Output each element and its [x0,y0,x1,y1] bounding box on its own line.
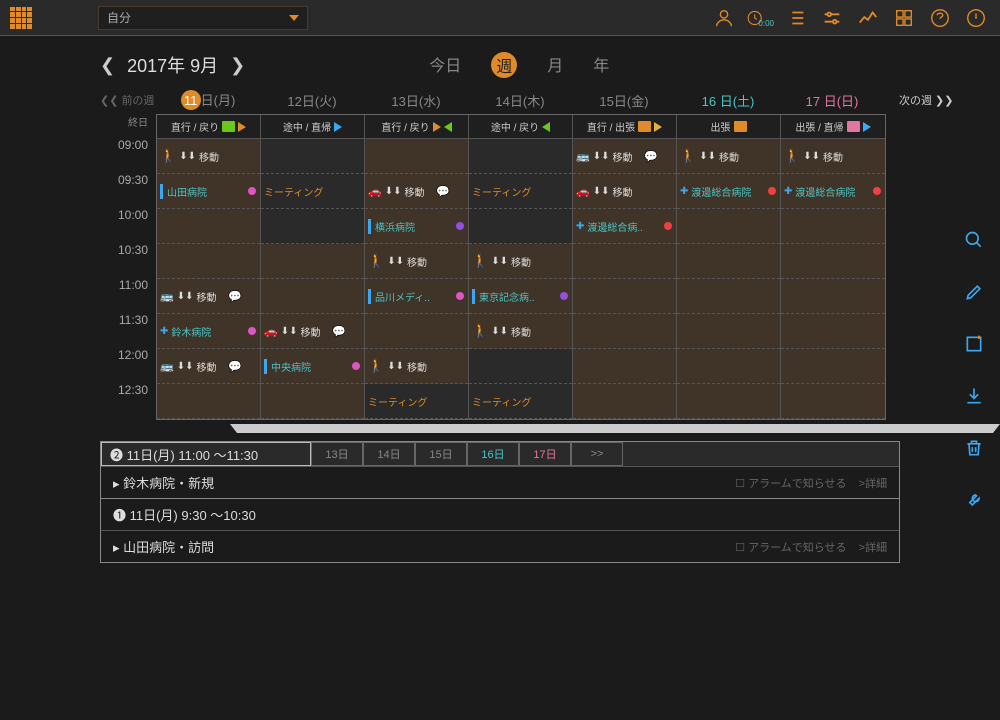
col-head-5: 直行 / 出張 [573,115,676,139]
wrench-icon[interactable] [964,490,984,510]
view-week[interactable]: 週 [491,52,517,78]
date-tab-14[interactable]: 14日 [363,442,415,466]
prev-month[interactable]: ❮ [100,55,115,76]
arrow-icon [654,122,662,132]
arrow-left-icon [542,122,550,132]
sliders-icon[interactable] [818,4,846,32]
grid-icon[interactable] [10,7,32,29]
date-tab-15[interactable]: 15日 [415,442,467,466]
col-head-6: 出張 [677,115,780,139]
arrow-icon [863,122,871,132]
user-icon[interactable] [710,4,738,32]
new-icon[interactable] [964,334,984,354]
power-icon[interactable] [962,4,990,32]
next-month[interactable]: ❯ [230,55,245,76]
download-icon[interactable] [964,386,984,406]
day-12[interactable]: 12日(火) [260,91,364,110]
badge-icon [734,121,747,132]
detail-tab-2[interactable]: ❶ 11日(月) 9:30 〜10:30 [101,498,899,530]
calendar-grid: 直行 / 戻り 🚶⬇⬇移動 山田病院 🚌⬇⬇移動💬 ✚鈴木病院 🚌⬇⬇移動💬 途… [156,114,886,420]
col-head-1: 直行 / 戻り [157,115,260,139]
date-tab-more[interactable]: >> [571,442,623,466]
date-tab-17[interactable]: 17日 [519,442,571,466]
view-today[interactable]: 今日 [429,52,461,78]
arrow-right-icon [238,122,246,132]
day-14[interactable]: 14日(木) [468,91,572,110]
view-month[interactable]: 月 [547,52,563,78]
arrow-left-icon [444,122,452,132]
detail-item-1[interactable]: ▸ 鈴木病院・新規☐ アラームで知らせる>詳細 [101,466,899,498]
detail-panel: ❷ 11日(月) 11:00 〜11:30 13日 14日 15日 16日 17… [100,441,900,563]
badge-icon [847,121,860,132]
help-icon[interactable] [926,4,954,32]
col-head-7: 出張 / 直帰 [781,115,885,139]
graph-icon[interactable] [854,4,882,32]
day-15[interactable]: 15日(金) [572,91,676,110]
detail-item-2[interactable]: ▸ 山田病院・訪問☐ アラームで知らせる>詳細 [101,530,899,562]
badge-icon [638,121,651,132]
arrow-right-icon [433,122,441,132]
prev-week[interactable]: ❮❮前の週 [100,92,156,108]
arrow-right-icon [334,122,342,132]
apps-icon[interactable] [890,4,918,32]
day-13[interactable]: 13日(水) [364,91,468,110]
next-week[interactable]: 次の週 ❯❯ [899,92,954,108]
more-link[interactable]: >詳細 [859,539,887,555]
edit-icon[interactable] [964,282,984,302]
more-link[interactable]: >詳細 [859,475,887,491]
col-head-4: 途中 / 戻り [469,115,572,139]
month-nav: ❮ 2017年 9月 ❯ [100,52,245,78]
allday-label: 終日 [100,114,148,138]
col-head-2: 途中 / 直帰 [261,115,364,139]
detail-tab-1[interactable]: ❷ 11日(月) 11:00 〜11:30 [101,442,311,466]
alarm-checkbox[interactable]: ☐ アラームで知らせる [735,475,846,491]
col-head-3: 直行 / 戻り [365,115,468,139]
search-icon[interactable] [964,230,984,250]
chevron-down-icon [289,15,299,21]
list-icon[interactable] [782,4,810,32]
day-17[interactable]: 17 日(日) [780,91,884,110]
clock-icon[interactable]: 0:00 [746,4,774,32]
user-selector[interactable]: 自分 [98,6,308,30]
alarm-checkbox[interactable]: ☐ アラームで知らせる [735,539,846,555]
view-year[interactable]: 年 [593,52,609,78]
trash-icon[interactable] [964,438,984,458]
date-tab-16[interactable]: 16日 [467,442,519,466]
badge-icon [222,121,235,132]
current-month: 2017年 9月 [127,52,218,78]
day-11[interactable]: 11日(月) [156,90,260,111]
date-tab-13[interactable]: 13日 [311,442,363,466]
day-16[interactable]: 16 日(土) [676,91,780,110]
scroll-down-icon[interactable] [230,424,1000,433]
